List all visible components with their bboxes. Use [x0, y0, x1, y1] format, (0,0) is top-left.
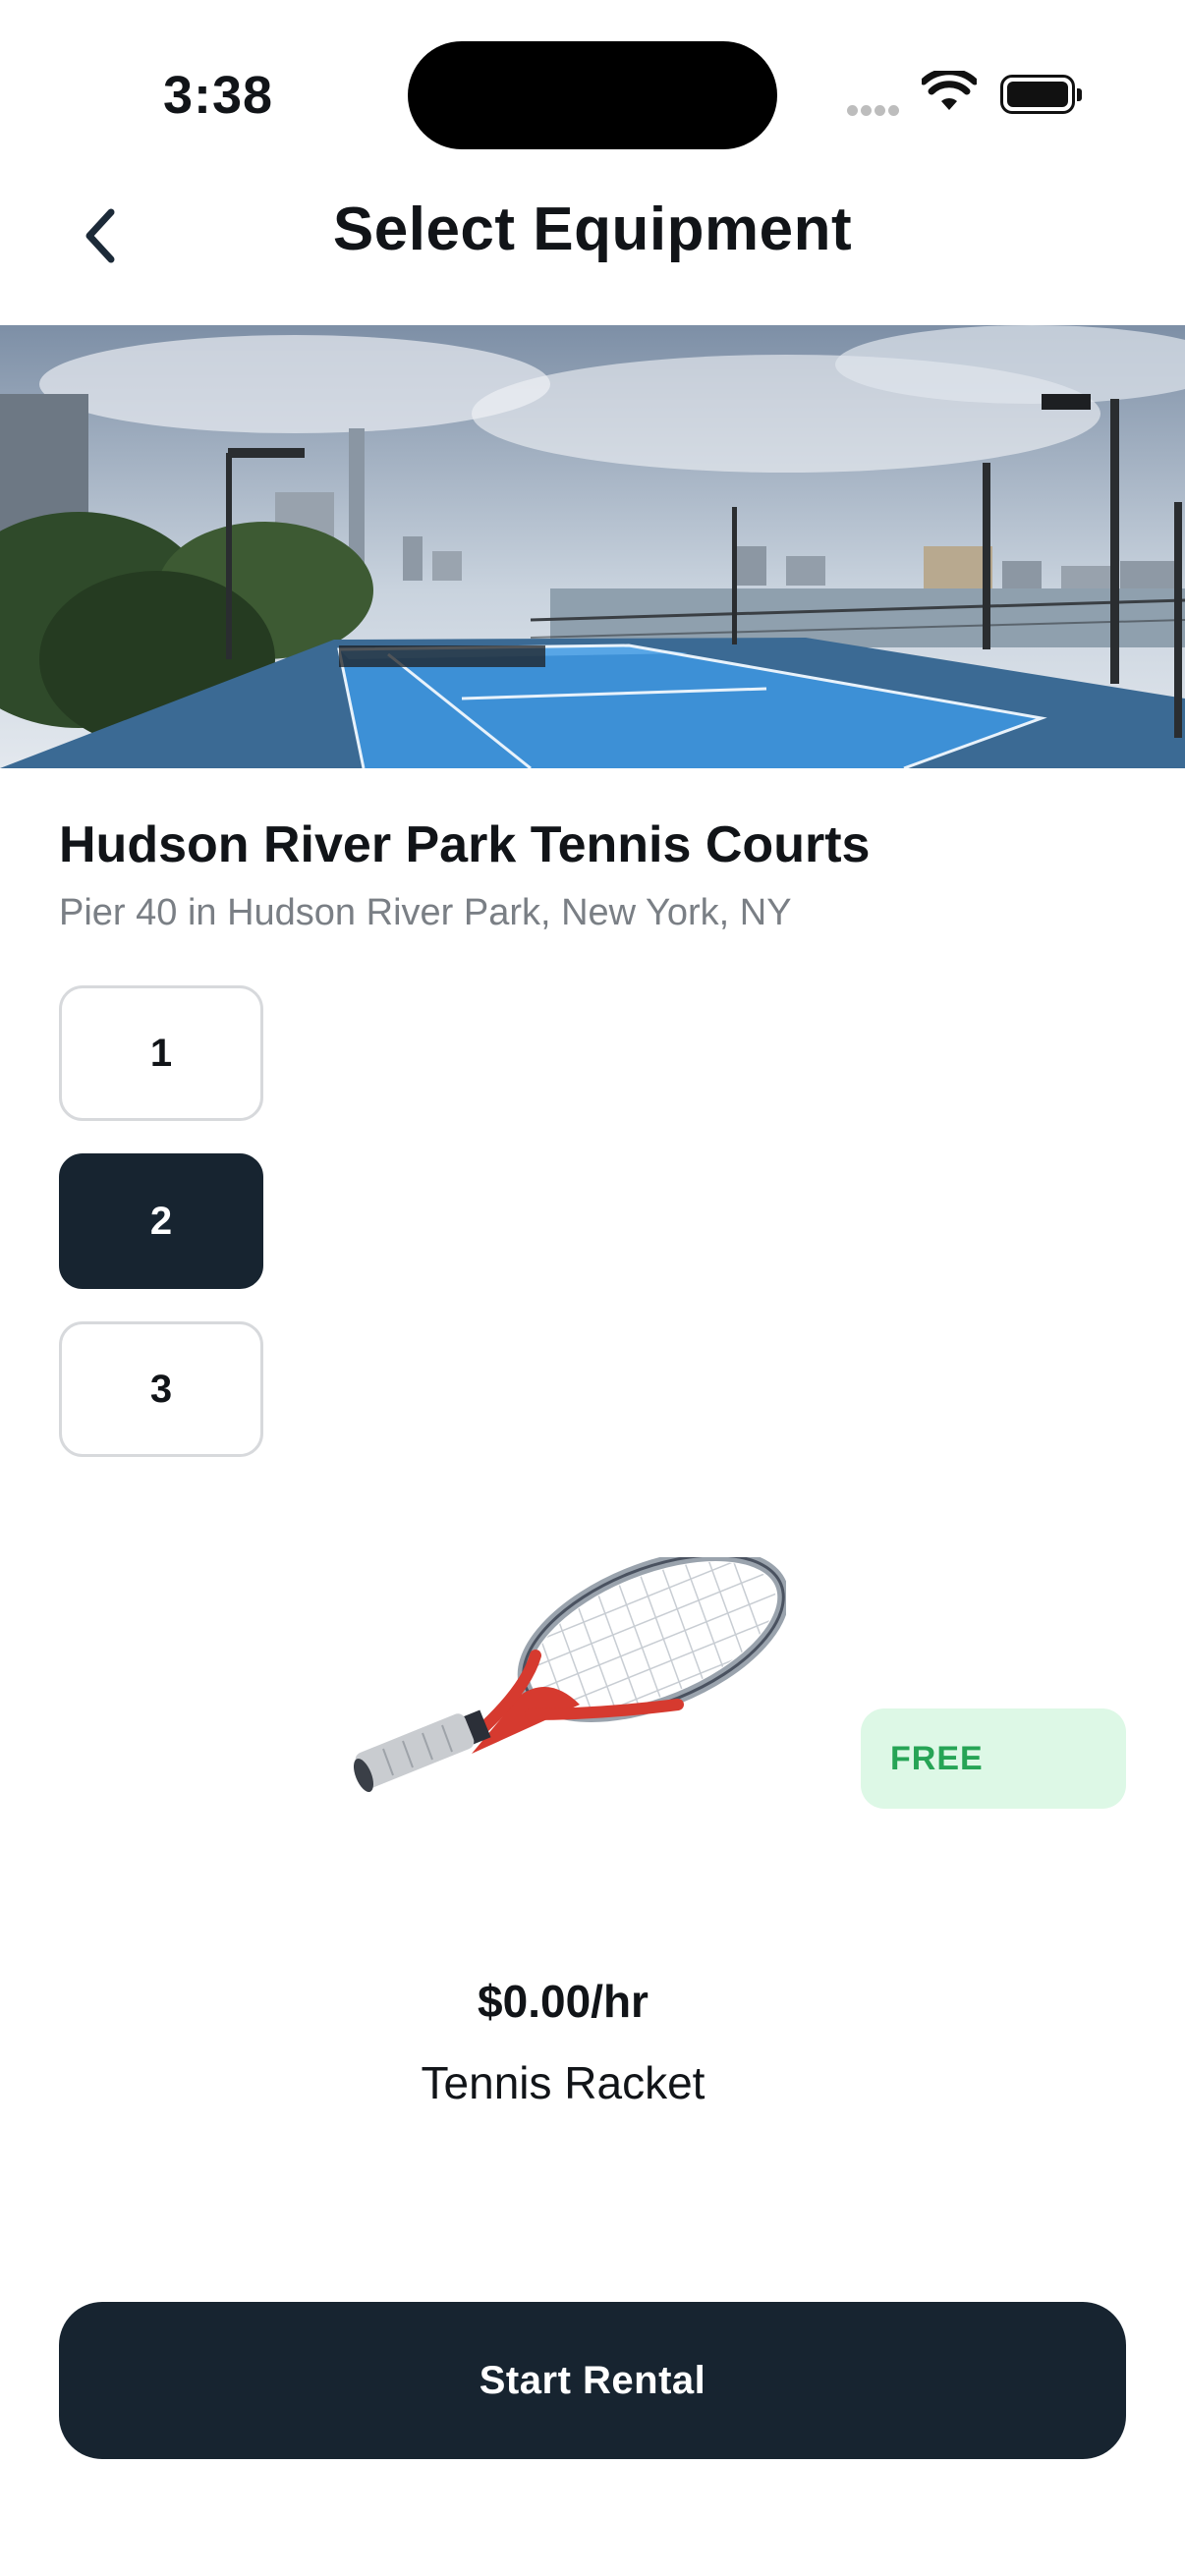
status-bar: 3:38	[0, 0, 1185, 177]
page-title: Select Equipment	[332, 196, 853, 263]
option-button-3[interactable]: 3	[59, 1321, 263, 1457]
cellular-signal-icon	[847, 103, 902, 121]
option-button-1[interactable]: 1	[59, 985, 263, 1121]
option-button-2[interactable]: 2	[59, 1153, 263, 1289]
venue-address: Pier 40 in Hudson River Park, New York, …	[59, 892, 792, 933]
venue-name: Hudson River Park Tennis Courts	[59, 816, 871, 873]
venue-photo	[0, 325, 1185, 768]
wifi-icon	[920, 68, 979, 119]
battery-icon	[1000, 75, 1082, 114]
tennis-racket-image	[353, 1532, 797, 1803]
dynamic-island	[408, 41, 777, 149]
equipment-price: $0.00/hr	[478, 1976, 649, 2027]
start-rental-button[interactable]: Start Rental	[59, 2302, 1126, 2459]
status-time: 3:38	[163, 66, 274, 125]
equipment-name: Tennis Racket	[421, 2057, 705, 2108]
free-badge: FREE	[861, 1708, 1126, 1809]
